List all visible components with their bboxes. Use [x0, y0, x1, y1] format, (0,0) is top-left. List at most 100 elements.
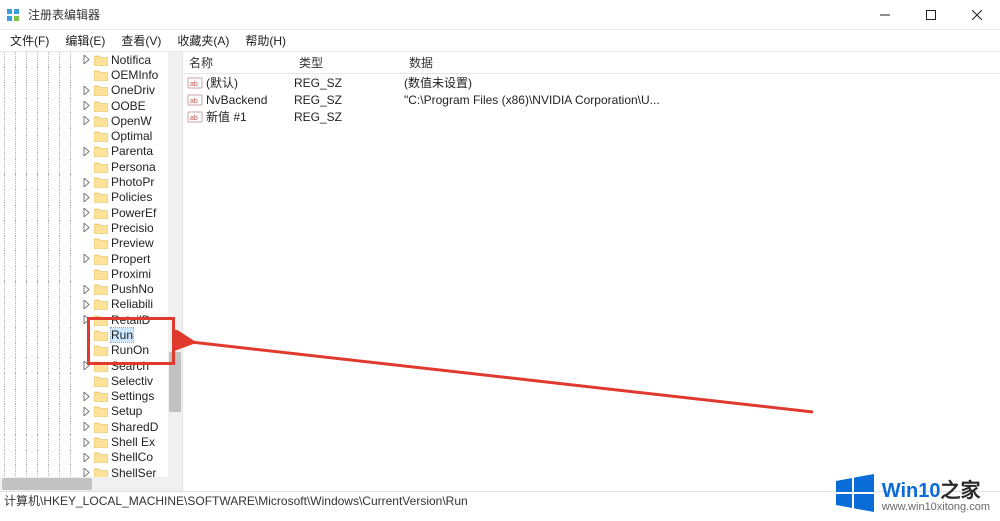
- tree-item[interactable]: Policies: [0, 190, 168, 205]
- tree-expander-icon[interactable]: [81, 146, 92, 157]
- value-row[interactable]: ab(默认)REG_SZ(数值未设置): [183, 74, 1000, 91]
- tree-expander-icon[interactable]: [81, 391, 92, 402]
- tree-expander-icon[interactable]: [81, 161, 92, 172]
- tree-expander-icon[interactable]: [81, 238, 92, 249]
- close-button[interactable]: [954, 0, 1000, 30]
- column-header-name[interactable]: 名称: [183, 54, 293, 71]
- tree-item[interactable]: PowerEf: [0, 205, 168, 220]
- tree-item[interactable]: RunOn: [0, 343, 168, 358]
- tree-item[interactable]: PushNo: [0, 281, 168, 296]
- tree-item[interactable]: OEMInfo: [0, 67, 168, 82]
- scrollbar-thumb[interactable]: [169, 352, 181, 412]
- tree-expander-icon[interactable]: [81, 437, 92, 448]
- tree-expander-icon[interactable]: [81, 284, 92, 295]
- tree-item[interactable]: Propert: [0, 251, 168, 266]
- tree-expander-icon[interactable]: [81, 299, 92, 310]
- column-header-data[interactable]: 数据: [403, 54, 1000, 71]
- tree-item[interactable]: Preview: [0, 236, 168, 251]
- tree-item[interactable]: Proximi: [0, 266, 168, 281]
- menu-edit[interactable]: 编辑(E): [59, 30, 111, 51]
- value-type: REG_SZ: [294, 110, 404, 124]
- menu-file[interactable]: 文件(F): [4, 30, 55, 51]
- tree-item[interactable]: Settings: [0, 389, 168, 404]
- column-header-type[interactable]: 类型: [293, 54, 403, 71]
- scrollbar-thumb[interactable]: [2, 478, 92, 490]
- tree-expander-icon[interactable]: [81, 85, 92, 96]
- values-pane: 名称 类型 数据 ab(默认)REG_SZ(数值未设置)abNvBackendR…: [183, 52, 1000, 491]
- tree-item[interactable]: Reliabili: [0, 297, 168, 312]
- tree-item[interactable]: Setup: [0, 404, 168, 419]
- tree-expander-icon[interactable]: [81, 177, 92, 188]
- tree-item[interactable]: OpenW: [0, 113, 168, 128]
- values-list[interactable]: ab(默认)REG_SZ(数值未设置)abNvBackendREG_SZ"C:\…: [183, 74, 1000, 125]
- tree-view[interactable]: NotificaOEMInfoOneDrivOOBEOpenWOptimalPa…: [0, 52, 168, 477]
- maximize-button[interactable]: [908, 0, 954, 30]
- tree-expander-icon[interactable]: [81, 375, 92, 386]
- value-name: NvBackend: [206, 93, 294, 107]
- tree-item[interactable]: OOBE: [0, 98, 168, 113]
- tree-item[interactable]: Run: [0, 327, 168, 342]
- menu-favorites[interactable]: 收藏夹(A): [171, 30, 235, 51]
- tree-expander-icon[interactable]: [81, 314, 92, 325]
- tree-expander-icon[interactable]: [81, 345, 92, 356]
- value-row[interactable]: ab新值 #1REG_SZ: [183, 108, 1000, 125]
- tree-horizontal-scrollbar[interactable]: [0, 477, 168, 491]
- tree-expander-icon[interactable]: [81, 192, 92, 203]
- tree-item[interactable]: Optimal: [0, 128, 168, 143]
- tree-expander-icon[interactable]: [81, 115, 92, 126]
- folder-icon: [94, 207, 108, 219]
- tree-item[interactable]: SharedD: [0, 419, 168, 434]
- tree-expander-icon[interactable]: [81, 360, 92, 371]
- folder-icon: [94, 161, 108, 173]
- tree-expander-icon[interactable]: [81, 100, 92, 111]
- tree-item-label: PushNo: [111, 282, 154, 296]
- tree-item[interactable]: Persona: [0, 159, 168, 174]
- tree-item[interactable]: ShellSer: [0, 465, 168, 477]
- tree-item[interactable]: Notifica: [0, 52, 168, 67]
- tree-item-label: OpenW: [111, 114, 152, 128]
- minimize-button[interactable]: [862, 0, 908, 30]
- folder-icon: [94, 54, 108, 66]
- tree-item[interactable]: OneDriv: [0, 83, 168, 98]
- tree-item[interactable]: Shell Ex: [0, 434, 168, 449]
- tree-expander-icon[interactable]: [81, 329, 92, 340]
- folder-icon: [94, 298, 108, 310]
- value-data: "C:\Program Files (x86)\NVIDIA Corporati…: [404, 93, 1000, 107]
- tree-item-label: RunOn: [111, 343, 149, 357]
- tree-item-label: Policies: [111, 190, 152, 204]
- folder-icon: [94, 329, 108, 341]
- tree-expander-icon[interactable]: [81, 406, 92, 417]
- tree-expander-icon[interactable]: [81, 268, 92, 279]
- tree-item-label: Precisio: [111, 221, 154, 235]
- tree-expander-icon[interactable]: [81, 131, 92, 142]
- folder-icon: [94, 237, 108, 249]
- folder-icon: [94, 69, 108, 81]
- tree-expander-icon[interactable]: [81, 54, 92, 65]
- tree-item[interactable]: Search: [0, 358, 168, 373]
- tree-expander-icon[interactable]: [81, 253, 92, 264]
- main-area: NotificaOEMInfoOneDrivOOBEOpenWOptimalPa…: [0, 52, 1000, 492]
- tree-expander-icon[interactable]: [81, 452, 92, 463]
- svg-text:ab: ab: [190, 98, 198, 105]
- tree-item-label: Setup: [111, 404, 142, 418]
- tree-vertical-scrollbar[interactable]: [168, 52, 182, 477]
- tree-expander-icon[interactable]: [81, 222, 92, 233]
- tree-item[interactable]: PhotoPr: [0, 174, 168, 189]
- tree-item-label: Proximi: [111, 267, 151, 281]
- menu-help[interactable]: 帮助(H): [239, 30, 292, 51]
- tree-expander-icon[interactable]: [81, 467, 92, 477]
- tree-item[interactable]: Selectiv: [0, 373, 168, 388]
- tree-item[interactable]: ShellCo: [0, 450, 168, 465]
- tree-item[interactable]: Precisio: [0, 220, 168, 235]
- string-value-icon: ab: [187, 76, 203, 90]
- tree-expander-icon[interactable]: [81, 421, 92, 432]
- string-value-icon: ab: [187, 93, 203, 107]
- tree-item[interactable]: Parenta: [0, 144, 168, 159]
- tree-expander-icon[interactable]: [81, 207, 92, 218]
- tree-expander-icon[interactable]: [81, 69, 92, 80]
- menu-view[interactable]: 查看(V): [115, 30, 167, 51]
- value-row[interactable]: abNvBackendREG_SZ"C:\Program Files (x86)…: [183, 91, 1000, 108]
- tree-item[interactable]: RetailD: [0, 312, 168, 327]
- folder-icon: [94, 283, 108, 295]
- tree-item-label: ShellCo: [111, 450, 153, 464]
